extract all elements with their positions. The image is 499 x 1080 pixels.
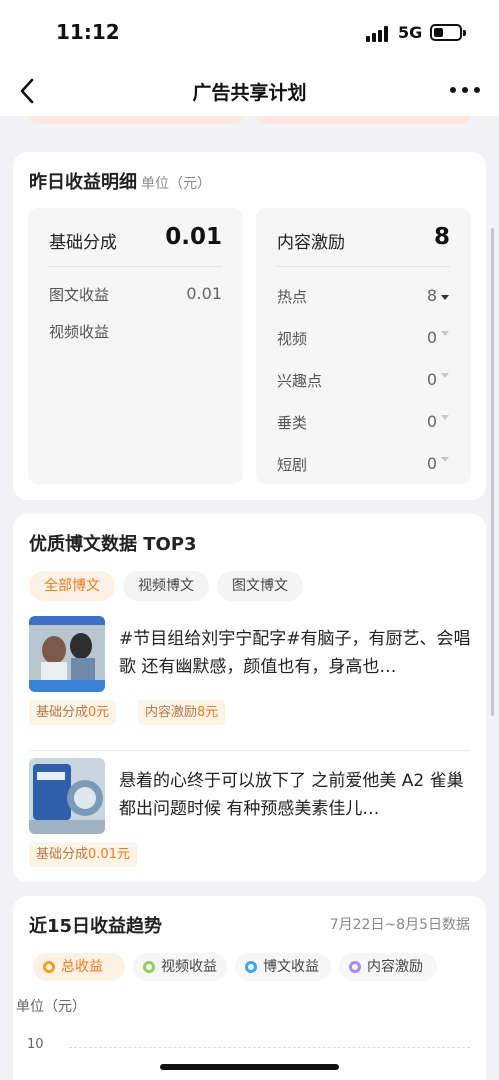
caret-down-icon[interactable] — [441, 295, 449, 300]
signal-icon — [366, 26, 392, 42]
base-share-panel: 基础分成 0.01 图文收益 0.01 视频收益 — [28, 208, 243, 484]
caret-down-icon[interactable] — [441, 373, 449, 378]
top3-title: 优质博文数据 TOP3 — [29, 534, 197, 555]
y-axis-unit: 单位（元） — [16, 999, 86, 1015]
post-thumbnail[interactable] — [29, 616, 105, 692]
date-range: 7月22日~8月5日数据 — [329, 917, 470, 933]
page-title: 广告共享计划 — [192, 82, 307, 104]
row-label: 视频收益 — [49, 323, 110, 341]
caret-down-icon[interactable] — [441, 457, 449, 462]
base-share-label: 基础分成 — [49, 233, 117, 253]
tab-image-posts[interactable]: 图文博文 — [217, 571, 303, 601]
divider — [277, 266, 450, 267]
trend-title: 近15日收益趋势 — [29, 916, 163, 937]
tag-value: 0.01元 — [88, 847, 130, 862]
row-value[interactable]: 0 — [427, 328, 437, 347]
top3-posts-card: 优质博文数据 TOP3 全部博文 视频博文 图文博文 #节目组给刘宇宁配字#有脑… — [13, 514, 486, 882]
base-share-value: 0.01 — [165, 224, 222, 250]
y-tick-label: 10 — [27, 1037, 44, 1052]
post-text[interactable]: 悬着的心终于可以放下了 之前爱他美 A2 雀巢 都出问题时候 有种预感美素佳儿… — [119, 767, 471, 823]
legend-dot-icon — [245, 961, 257, 973]
legend-video-earnings[interactable]: 视频收益 — [133, 953, 227, 981]
content-incentive-panel: 内容激励 8 热点 8 视频 0 兴趣点 0 垂类 0 短剧 0 — [256, 208, 471, 484]
incentive-label: 内容激励 — [277, 233, 345, 253]
gridline — [69, 1047, 470, 1048]
tab-all-posts[interactable]: 全部博文 — [29, 571, 115, 601]
earnings-trend-card: 近15日收益趋势 7月22日~8月5日数据 总收益 视频收益 博文收益 内容激励… — [13, 896, 486, 1080]
tag-value: 0元 — [88, 705, 110, 720]
nav-bar: 广告共享计划 — [0, 66, 499, 116]
status-time: 11:12 — [56, 20, 120, 44]
legend-post-earnings[interactable]: 博文收益 — [235, 953, 331, 981]
yesterday-earnings-card: 昨日收益明细 单位（元） 基础分成 0.01 图文收益 0.01 视频收益 内容激… — [13, 152, 486, 500]
row-value[interactable]: 8 — [427, 286, 437, 305]
row-label: 垂类 — [277, 414, 308, 432]
divider — [29, 750, 470, 751]
row-value[interactable]: 0 — [427, 370, 437, 389]
row-label: 视频 — [277, 330, 308, 348]
post-tag-incentive: 内容激励8元 — [138, 700, 226, 725]
battery-icon — [430, 24, 466, 41]
post-text[interactable]: #节目组给刘宇宁配字#有脑子，有厨艺、会唱歌 还有幽默感，颜值也有，身高也… — [119, 625, 471, 681]
yesterday-panels: 基础分成 0.01 图文收益 0.01 视频收益 内容激励 8 热点 8 视频 … — [13, 116, 486, 484]
content-scroll[interactable]: 昨日收益明细 单位（元） 基础分成 0.01 图文收益 0.01 视频收益 内容激… — [0, 116, 499, 1080]
legend-label: 视频收益 — [161, 959, 217, 975]
more-dots-icon[interactable] — [448, 86, 484, 96]
status-bar: 11:12 5G — [0, 0, 499, 66]
row-label: 兴趣点 — [277, 372, 323, 390]
row-value[interactable]: 0 — [427, 454, 437, 473]
tab-video-posts[interactable]: 视频博文 — [123, 571, 209, 601]
row-label: 短剧 — [277, 456, 308, 474]
incentive-value: 8 — [433, 224, 450, 250]
caret-down-icon[interactable] — [441, 331, 449, 336]
legend-label: 内容激励 — [367, 959, 423, 975]
row-value: 0.01 — [186, 284, 222, 303]
tag-value: 8元 — [197, 705, 219, 720]
row-value[interactable]: 0 — [427, 412, 437, 431]
post-thumbnail[interactable] — [29, 758, 105, 834]
network-label: 5G — [398, 23, 423, 42]
row-label: 热点 — [277, 288, 308, 306]
scrollbar[interactable] — [491, 228, 494, 716]
tag-label: 基础分成 — [36, 705, 89, 720]
post-tag-base: 基础分成0元 — [29, 700, 117, 725]
legend-label: 博文收益 — [263, 959, 319, 975]
tag-label: 内容激励 — [145, 705, 198, 720]
legend-label: 总收益 — [61, 959, 103, 975]
legend-dot-icon — [349, 961, 361, 973]
legend-dot-icon — [143, 961, 155, 973]
home-indicator[interactable] — [160, 1064, 339, 1070]
caret-down-icon[interactable] — [441, 415, 449, 420]
post-tag-base: 基础分成0.01元 — [29, 842, 137, 867]
divider — [49, 266, 222, 267]
tag-label: 基础分成 — [36, 847, 89, 862]
legend-total-earnings[interactable]: 总收益 — [33, 953, 125, 981]
legend-dot-icon — [43, 961, 55, 973]
legend-content-incentive[interactable]: 内容激励 — [339, 953, 437, 981]
row-label: 图文收益 — [49, 286, 110, 304]
